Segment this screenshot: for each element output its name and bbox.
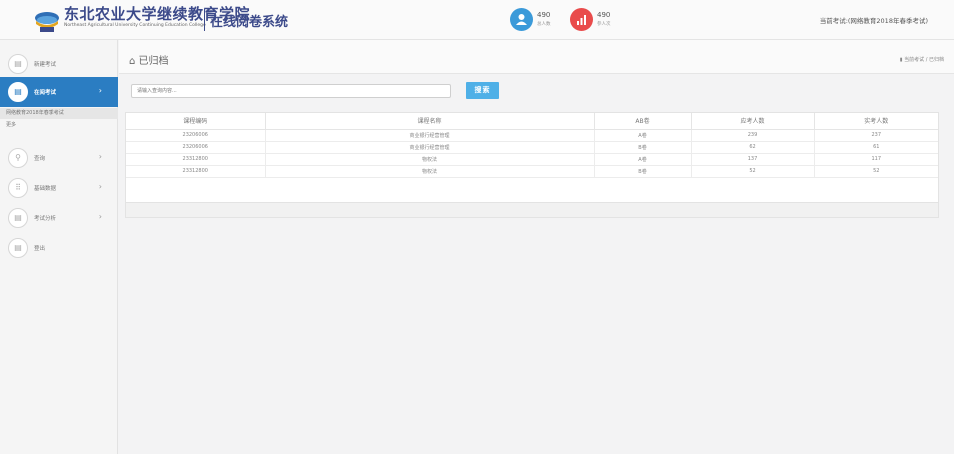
home-icon: ⌂ [129, 56, 136, 67]
cell-expected-count: 137 [691, 153, 815, 166]
sidebar-item-label: 在阅考试 [34, 90, 57, 96]
cell-actual-count: 117 [814, 153, 938, 166]
cell-actual-count: 61 [814, 141, 938, 154]
top-header: 东北农业大学继续教育学院 Northeast Agricultural Univ… [0, 0, 954, 40]
cell-paper-type: B卷 [594, 141, 692, 154]
stat-value: 490 [597, 11, 611, 19]
table-row[interactable]: 23312800 物权法 B卷 52 52 [126, 165, 938, 178]
cell-expected-count: 239 [691, 129, 815, 142]
stat-value: 490 [537, 11, 551, 19]
sidebar-item-label: 查询 [34, 156, 46, 162]
stat-label: 参人次 [597, 22, 611, 27]
main-content: ⌂ 已归档 ▮ 当前考试 / 已归档 搜索 课程编码 课程名称 AB卷 应考人数… [119, 40, 954, 454]
cell-course-code: 23312800 [126, 165, 266, 178]
archive-table-panel: 课程编码 课程名称 AB卷 应考人数 实考人数 23206006 商业银行经营管… [125, 112, 939, 218]
sidebar-item-marking-exam[interactable]: ▤ 在阅考试 › [0, 77, 118, 107]
cell-actual-count: 52 [814, 165, 938, 178]
list-icon: ▤ [8, 238, 28, 258]
table-row[interactable]: 23206006 商业银行经营管理 A卷 239 237 [126, 129, 938, 142]
sidebar-item-new-exam[interactable]: ▤ 新建考试 [0, 49, 118, 79]
sidebar-item-label: 考试分析 [34, 216, 57, 222]
column-header-expected-count[interactable]: 应考人数 [691, 113, 815, 130]
column-header-actual-count[interactable]: 实考人数 [814, 113, 938, 130]
table-header-row: 课程编码 课程名称 AB卷 应考人数 实考人数 [126, 113, 938, 130]
search-input[interactable] [131, 84, 451, 98]
column-header-paper-type[interactable]: AB卷 [594, 113, 692, 130]
cell-course-code: 23206006 [126, 141, 266, 154]
archive-table: 课程编码 课程名称 AB卷 应考人数 实考人数 23206006 商业银行经营管… [126, 113, 938, 178]
table-footer [126, 202, 938, 217]
list-icon: ▤ [8, 208, 28, 228]
sidebar-item-label: 新建考试 [34, 62, 57, 68]
stat-label: 总人数 [537, 22, 551, 27]
breadcrumb-text[interactable]: 当前考试 / 已归档 [904, 57, 944, 63]
table-row[interactable]: 23312800 物权法 A卷 137 117 [126, 153, 938, 166]
sub-item-current-exam[interactable]: 网络教育2018年春季考试 [0, 108, 118, 119]
sidebar-item-logout[interactable]: ▤ 登出 [0, 233, 118, 263]
sidebar-item-basic-data[interactable]: ⠿ 基础数据 › [0, 173, 118, 203]
university-logo-icon [35, 12, 59, 32]
cell-course-name: 商业银行经营管理 [265, 129, 595, 142]
sub-item-more[interactable]: 更多 [0, 120, 118, 131]
bar-chart-icon [570, 8, 593, 31]
user-icon [510, 8, 533, 31]
cell-expected-count: 52 [691, 165, 815, 178]
page-title-text: 已归档 [138, 56, 169, 67]
cell-course-code: 23312800 [126, 153, 266, 166]
breadcrumb: ▮ 当前考试 / 已归档 [900, 56, 944, 63]
cell-expected-count: 62 [691, 141, 815, 154]
system-name: 在线阅卷系统 [210, 15, 289, 30]
cell-paper-type: A卷 [594, 129, 692, 142]
cell-course-name: 商业银行经营管理 [265, 141, 595, 154]
sidebar: ▤ 新建考试 ▤ 在阅考试 › 网络教育2018年春季考试 更多 ⚲ 查询 › … [0, 40, 118, 454]
list-icon: ▤ [8, 82, 28, 102]
column-header-course-name[interactable]: 课程名称 [265, 113, 595, 130]
search-icon: ⚲ [8, 148, 28, 168]
chevron-right-icon: › [98, 182, 102, 191]
current-exam-label: 当前考试:(网络教育2018年春季考试) [819, 17, 928, 25]
sidebar-item-exam-analysis[interactable]: ▤ 考试分析 › [0, 203, 118, 233]
chevron-right-icon: › [98, 86, 102, 95]
sidebar-item-label: 登出 [34, 246, 46, 252]
cell-actual-count: 237 [814, 129, 938, 142]
search-button[interactable]: 搜索 [466, 82, 499, 99]
sidebar-item-label: 基础数据 [34, 186, 57, 192]
list-icon: ▤ [8, 54, 28, 74]
cell-paper-type: A卷 [594, 153, 692, 166]
sidebar-item-query[interactable]: ⚲ 查询 › [0, 143, 118, 173]
cell-course-code: 23206006 [126, 129, 266, 142]
cell-course-name: 物权法 [265, 153, 595, 166]
brand-divider [204, 9, 205, 31]
column-header-course-code[interactable]: 课程编码 [126, 113, 266, 130]
page-title: ⌂ 已归档 [129, 52, 169, 67]
cell-course-name: 物权法 [265, 165, 595, 178]
page-header-bar: ⌂ 已归档 ▮ 当前考试 / 已归档 [119, 40, 954, 74]
chevron-right-icon: › [98, 212, 102, 221]
chevron-right-icon: › [98, 152, 102, 161]
table-row[interactable]: 23206006 商业银行经营管理 B卷 62 61 [126, 141, 938, 154]
cell-paper-type: B卷 [594, 165, 692, 178]
grid-icon: ⠿ [8, 178, 28, 198]
doc-icon: ▮ [899, 57, 903, 63]
